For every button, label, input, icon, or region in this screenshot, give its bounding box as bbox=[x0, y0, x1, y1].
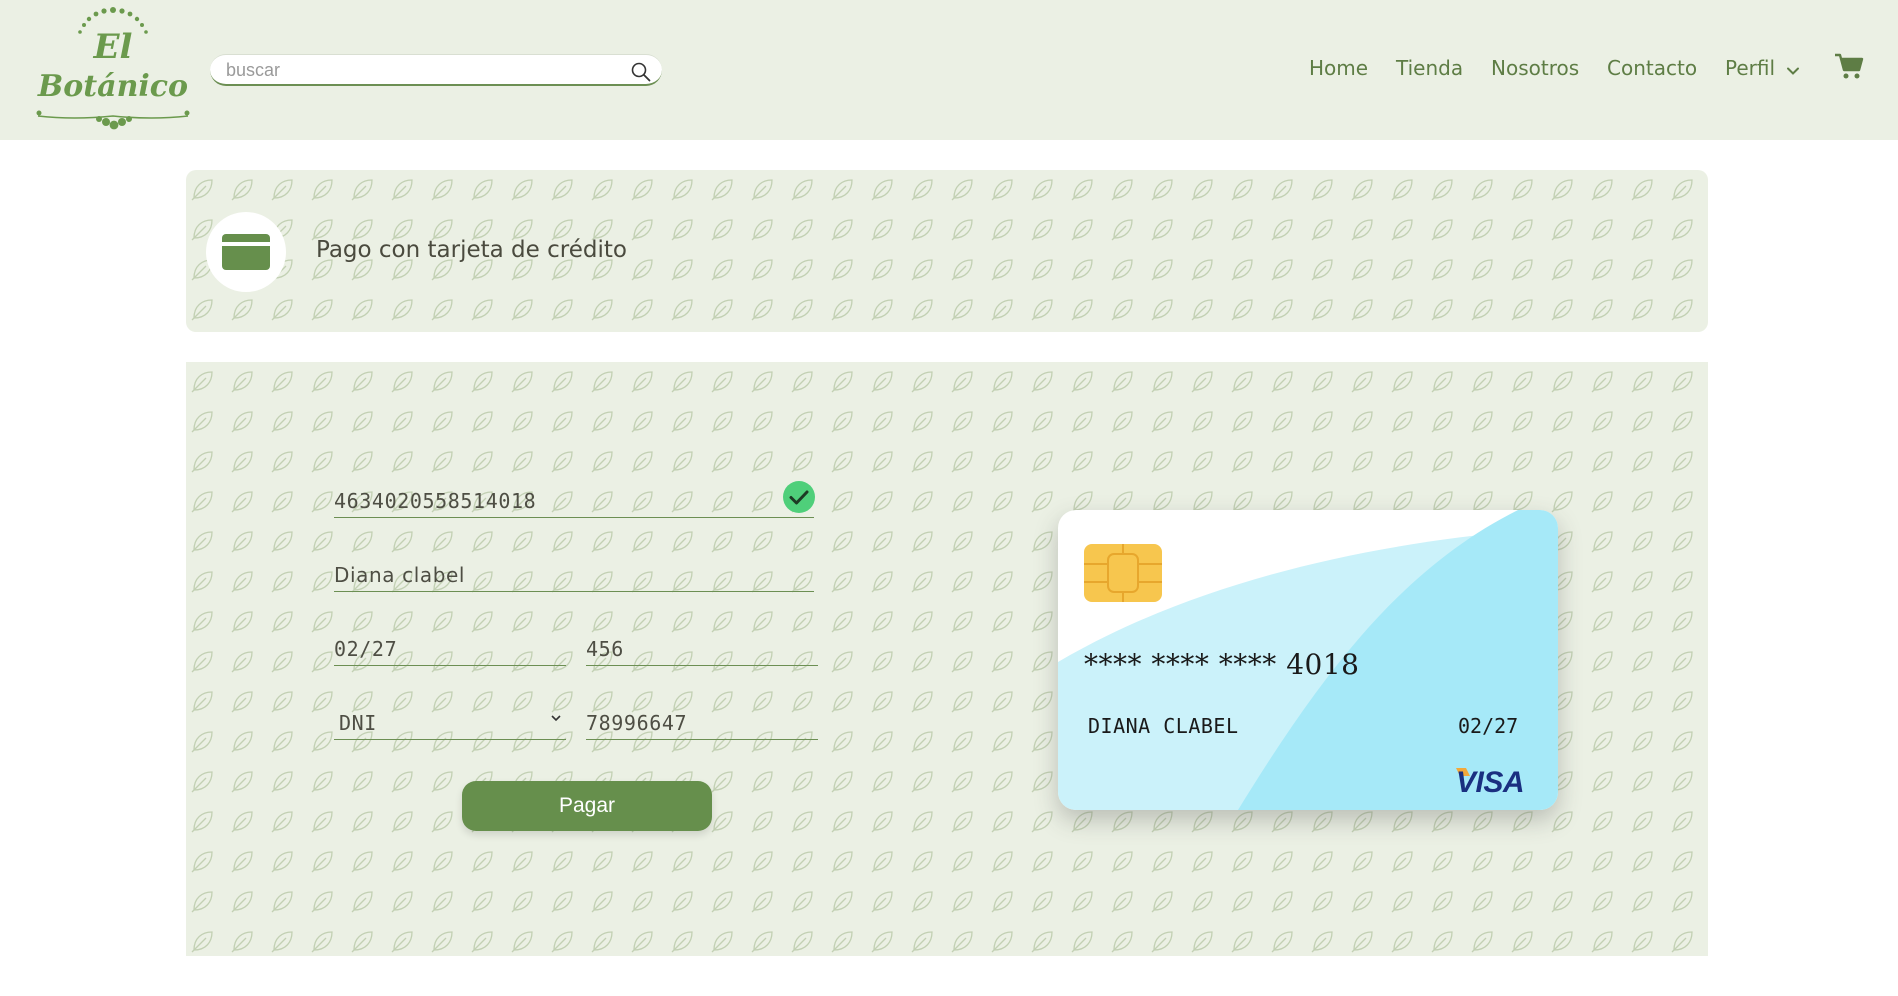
search-bar bbox=[210, 54, 662, 86]
card-holder-field bbox=[334, 558, 814, 592]
cvv-field bbox=[586, 632, 818, 666]
site-header: El Botánico Home Tienda Nosotros Contact… bbox=[0, 0, 1898, 140]
nav-tienda[interactable]: Tienda bbox=[1396, 56, 1463, 80]
card-number-input[interactable] bbox=[334, 486, 814, 516]
card-expiry: 02/27 bbox=[1458, 714, 1519, 738]
expiry-field bbox=[334, 632, 566, 666]
nav-perfil[interactable]: Perfil bbox=[1725, 56, 1775, 80]
search-input[interactable] bbox=[226, 58, 606, 82]
svg-text:Botánico: Botánico bbox=[37, 69, 188, 104]
pay-button[interactable]: Pagar bbox=[462, 781, 712, 831]
credit-card-icon bbox=[222, 234, 270, 270]
valid-check-icon bbox=[783, 481, 815, 513]
el-botanico-logo[interactable]: El Botánico bbox=[34, 4, 192, 134]
chevron-down-icon[interactable] bbox=[1786, 64, 1800, 78]
card-number-field bbox=[334, 484, 814, 518]
credit-card-badge bbox=[206, 212, 286, 292]
document-number-input[interactable] bbox=[586, 708, 818, 738]
nav-nosotros[interactable]: Nosotros bbox=[1491, 56, 1579, 80]
expiry-input[interactable] bbox=[334, 634, 566, 664]
card-holder-input[interactable] bbox=[334, 560, 814, 590]
card-chip-icon bbox=[1084, 544, 1162, 602]
nav-home[interactable]: Home bbox=[1309, 56, 1368, 80]
document-type-field: DNI bbox=[334, 706, 566, 740]
visa-logo: VISA bbox=[1456, 766, 1525, 799]
credit-card-preview: **** **** **** 4018 DIANA CLABEL 02/27 V… bbox=[1058, 510, 1558, 810]
svg-text:El: El bbox=[93, 27, 133, 67]
search-icon[interactable] bbox=[630, 61, 652, 83]
document-type-select[interactable]: DNI bbox=[334, 708, 566, 738]
card-holder-name: DIANA CLABEL bbox=[1088, 714, 1239, 738]
cart-icon[interactable] bbox=[1834, 52, 1864, 80]
cvv-input[interactable] bbox=[586, 634, 818, 664]
document-number-field bbox=[586, 706, 818, 740]
page-title: Pago con tarjeta de crédito bbox=[316, 237, 627, 263]
nav-contacto[interactable]: Contacto bbox=[1607, 56, 1697, 80]
card-masked-number: **** **** **** 4018 bbox=[1084, 648, 1360, 681]
